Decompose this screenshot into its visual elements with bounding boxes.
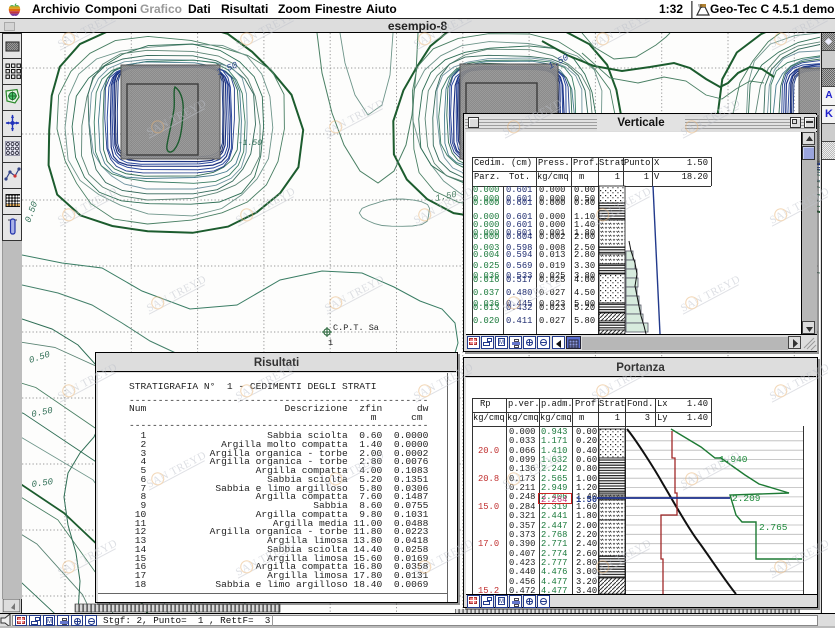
- svg-text:1.940: 1.940: [719, 454, 748, 465]
- svg-text:2.765: 2.765: [759, 522, 788, 533]
- svg-text:%: %: [698, 4, 703, 10]
- svg-text:1: 1: [328, 338, 333, 348]
- svg-text:2.209: 2.209: [732, 493, 761, 504]
- svg-text:C.P.T. Sa: C.P.T. Sa: [333, 323, 379, 333]
- svg-text:-1.50: -1.50: [238, 139, 262, 148]
